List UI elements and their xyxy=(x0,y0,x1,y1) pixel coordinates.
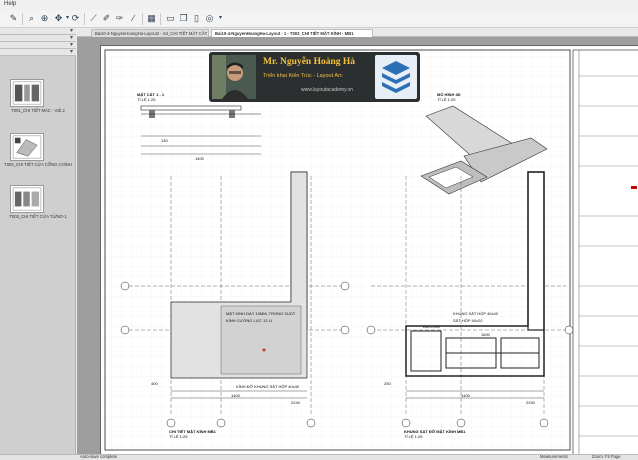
duplicate-page-icon[interactable]: ❐ xyxy=(178,13,189,24)
dim-250: 250 xyxy=(384,381,391,386)
panel-header-shape-style[interactable]: ▾ xyxy=(0,42,76,49)
presenter-banner: Mr. Nguyễn Hoàng Hà Triển khai Kiến Trúc… xyxy=(209,52,420,102)
note-left-3: KÍNH ĐỠ KHUNG SẮT HỘP 40x40 xyxy=(236,384,300,389)
dim-1600: 1600 xyxy=(481,332,490,337)
label-icon[interactable]: ✑ xyxy=(114,13,125,24)
table-icon[interactable]: ▦ xyxy=(146,13,157,24)
section-scale: TỈ LỆ 1:25 xyxy=(137,97,156,102)
panel-header-colors[interactable]: ▾ xyxy=(0,35,76,42)
dim-130: 130 xyxy=(161,138,168,143)
status-text: Auto-save complete xyxy=(80,454,118,459)
chevron-down-icon: ▾ xyxy=(69,28,73,34)
note-right-2: SẮT HỘP 40x20 xyxy=(453,318,483,323)
presenter-name: Mr. Nguyễn Hoàng Hà xyxy=(263,57,356,67)
toolbar-separator xyxy=(22,13,23,25)
note-right-3: BULONG xyxy=(423,324,440,329)
page-thumbnail-3[interactable] xyxy=(10,185,44,213)
menu-help[interactable]: Help xyxy=(4,1,16,7)
page-label-2: T002_CHI TIẾT CỬA CỔNG CHÍNH xyxy=(4,162,72,167)
dim-2240-right: 2240 xyxy=(526,400,535,405)
toolbar: ✎ ⌕ ⊕ ✥ ▾ ⟳ ⟋ ✐ ✑ ∕ ▦ ▭ ❐ ▯ ◎ ▾ xyxy=(0,10,638,28)
dim-1400-left: 1400 xyxy=(231,393,240,398)
document-tabs: Bai10-4-NguyenHoangHa-Layout2 - S4_CHI T… xyxy=(77,28,638,37)
dim-1400-section: 1400 xyxy=(195,156,204,161)
dim-1400-right: 1400 xyxy=(461,393,470,398)
layers-logo-icon xyxy=(375,55,417,99)
toolbar-separator xyxy=(142,13,143,25)
paper-sheet: MẶT CẮT 1 - 1 TỈ LỆ 1:25 MÔ HÌNH 3D TỈ L… xyxy=(100,45,638,454)
page-label-3: T003_CHI TIẾT CỬA TỦ/NG-1 xyxy=(9,214,67,219)
pages-panel: ▾ ▾ ▾ ▾ T001_CHI TIẾT MÁC - VIÊ.2 T002_C… xyxy=(0,28,76,454)
measurements-label: Measurements xyxy=(540,454,568,459)
presentation-dropdown-icon[interactable]: ▾ xyxy=(215,13,226,24)
presenter-photo xyxy=(212,55,256,99)
add-page-icon[interactable]: ▭ xyxy=(165,13,176,24)
model-3d-scale: TỈ LỆ 1:25 xyxy=(437,97,456,102)
delete-page-icon[interactable]: ▯ xyxy=(191,13,202,24)
note-left-2: KÍNH CƯỜNG LỰC 12 LI xyxy=(226,318,273,323)
status-bar: Auto-save complete Measurements Zoom: Fi… xyxy=(0,454,638,460)
tab-layout2[interactable]: Bai10-4-NguyenHoangHa-Layout2 - S4_CHI T… xyxy=(91,29,209,37)
page-thumbnail-1[interactable] xyxy=(10,79,44,107)
text-icon[interactable]: ✐ xyxy=(101,13,112,24)
chevron-down-icon: ▾ xyxy=(69,49,73,55)
app-window: Help ✎ ⌕ ⊕ ✥ ▾ ⟳ ⟋ ✐ ✑ ∕ ▦ ▭ ❐ ▯ ◎ ▾ ▾ ▾… xyxy=(0,0,638,460)
toolbar-separator xyxy=(84,13,85,25)
chevron-down-icon: ▾ xyxy=(69,42,73,48)
dim-2240-left: 2240 xyxy=(291,400,300,405)
page-thumbnail-2[interactable] xyxy=(10,133,44,161)
tab-layout-active[interactable]: Bai10-4-NguyenHoangHa-Layout - 1 - T003_… xyxy=(211,29,373,37)
note-right-1: KHUNG SẮT HỘP 40x40 xyxy=(453,311,498,316)
menu-bar: Help xyxy=(0,0,638,10)
dimension-icon[interactable]: ⟋ xyxy=(88,13,99,24)
zoom-icon[interactable]: ⊕ xyxy=(39,13,50,24)
orbit-icon[interactable]: ⟳ xyxy=(70,13,81,24)
zoom-window-icon[interactable]: ⌕ xyxy=(26,13,37,24)
panel-header-default-tray[interactable]: ▾ xyxy=(0,28,76,35)
note-left-1: MẶT KÍNH DÀY 10MM, TRONG SUỐT xyxy=(226,311,296,316)
panel-header-pages[interactable]: ▾ xyxy=(0,49,76,56)
toolbar-separator xyxy=(160,13,161,25)
page-label-1: T001_CHI TIẾT MÁC - VIÊ.2 xyxy=(11,108,65,113)
plan-right-scale: TỈ LỆ 1:25 xyxy=(404,434,423,439)
zoom-field[interactable]: Zoom: Fit Page xyxy=(592,454,621,459)
chevron-down-icon: ▾ xyxy=(69,35,73,41)
line-icon[interactable]: ∕ xyxy=(128,13,139,24)
presenter-tagline: Triển khai Kiến Trúc - Layout Arc xyxy=(263,73,343,79)
dim-400: 400 xyxy=(151,381,158,386)
presentation-icon[interactable]: ◎ xyxy=(204,13,215,24)
select-tool-icon[interactable]: ✎ xyxy=(8,13,19,24)
plan-left-scale: TỈ LỆ 1:25 xyxy=(169,434,188,439)
presenter-website: www.layoutacademy.vn xyxy=(301,87,353,93)
drawing-svg xyxy=(101,46,638,454)
